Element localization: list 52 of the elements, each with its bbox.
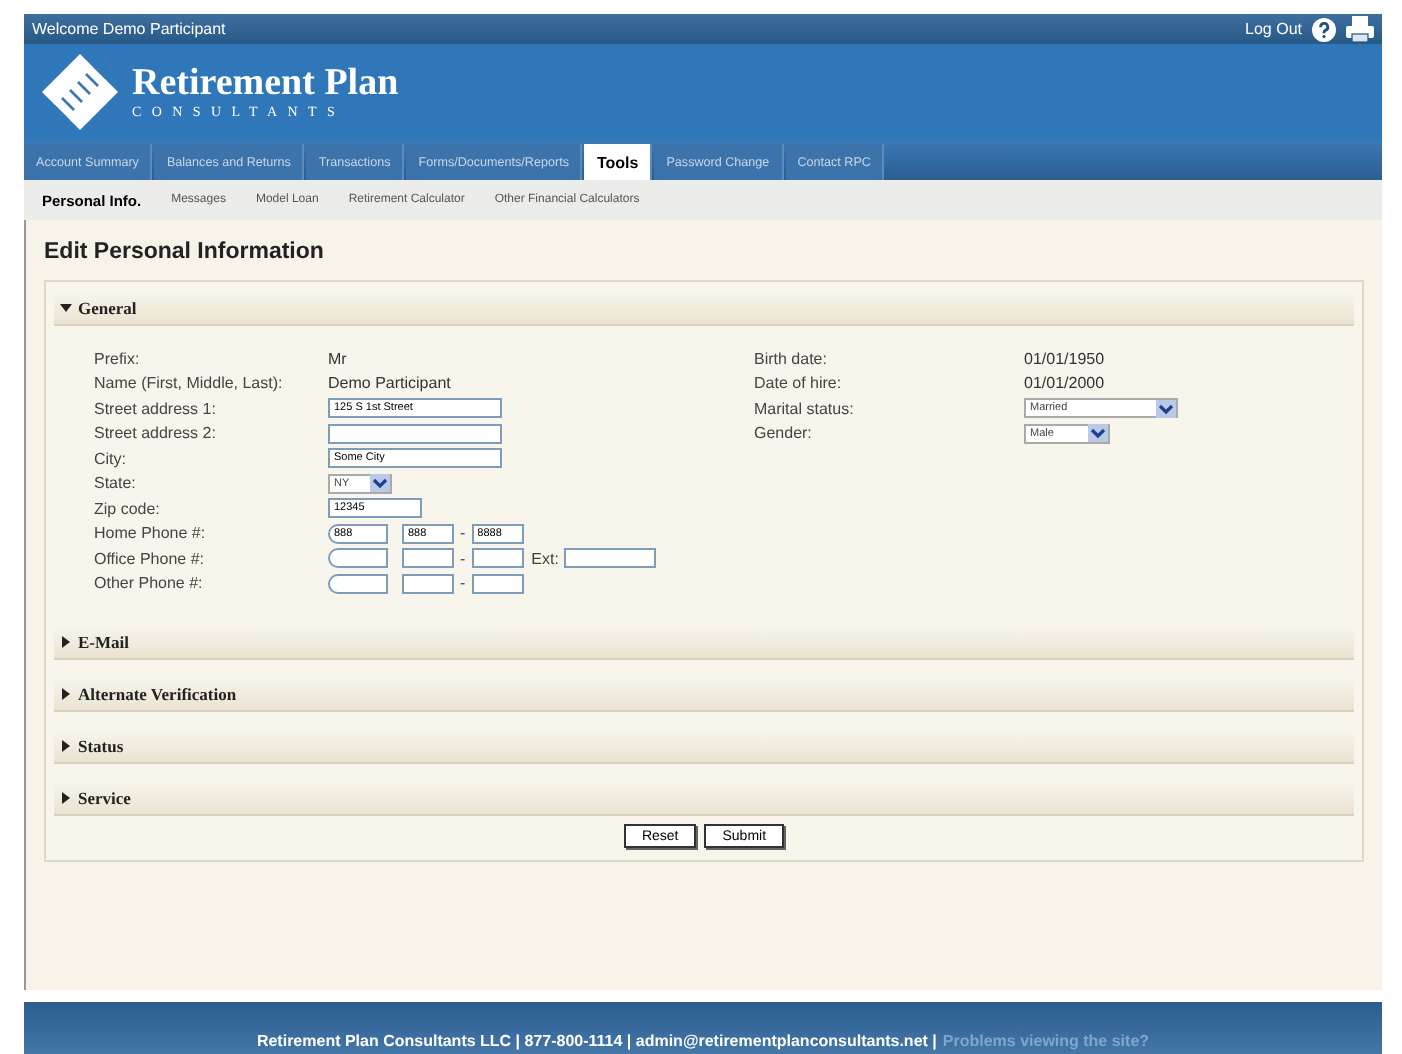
field-label: Birth date: — [754, 349, 829, 368]
field-label: Prefix: — [94, 349, 142, 368]
caret-right-icon — [60, 791, 72, 803]
chevron-icon — [370, 474, 390, 493]
chevron-icon — [1156, 399, 1176, 418]
field-label: Marital status: — [754, 399, 856, 418]
section-header[interactable]: Status — [54, 728, 1354, 764]
field-label: City: — [94, 449, 128, 468]
field-label: Street address 1: — [94, 399, 218, 418]
field-label: Date of hire: — [754, 374, 844, 393]
field-value: 01/01/1950 — [1024, 349, 1105, 368]
field-label: State: — [94, 474, 138, 493]
caret-right-icon — [60, 739, 72, 751]
nav-tab[interactable]: Tools — [584, 144, 653, 180]
dash-text: - — [460, 549, 466, 568]
field-label: Street address 2: — [94, 424, 218, 443]
welcome-text: Welcome Demo Participant — [32, 20, 226, 38]
field-label: Zip code: — [94, 499, 162, 518]
ext-field[interactable] — [564, 548, 657, 569]
phone-field[interactable] — [402, 573, 454, 594]
caret-right-icon — [60, 635, 72, 647]
help-icon[interactable] — [1312, 17, 1336, 41]
field-label: Office Phone #: — [94, 549, 206, 568]
field-label: Home Phone #: — [94, 524, 208, 543]
field-label: Gender: — [754, 424, 814, 443]
phone-field[interactable] — [402, 548, 454, 569]
chevron-icon — [1088, 424, 1108, 443]
section-header[interactable]: General — [54, 290, 1354, 326]
logo-title: Retirement Plan — [132, 64, 399, 104]
field-value: Mr — [328, 349, 347, 368]
diamond-logo-icon — [40, 52, 120, 132]
dash-text: - — [460, 574, 466, 593]
field-label: Name (First, Middle, Last): — [94, 374, 285, 393]
phone-field[interactable] — [471, 573, 524, 594]
printer-icon[interactable] — [1346, 16, 1374, 42]
input-field[interactable] — [328, 423, 502, 444]
footer-text: Retirement Plan Consultants LLC | 877-800-1114 | admin@retirementplanconsultants.net | — [256, 1032, 937, 1050]
field-value: Demo Participant — [328, 374, 451, 393]
caret-down-icon — [60, 301, 72, 313]
section-header[interactable]: Service — [54, 780, 1354, 816]
caret-right-icon — [60, 687, 72, 699]
phone-field[interactable] — [471, 548, 524, 569]
section-header[interactable]: Alternate Verification — [54, 676, 1354, 712]
field-value: 01/01/2000 — [1024, 374, 1105, 393]
logout-link[interactable]: Log Out — [1245, 20, 1302, 38]
area-code-field[interactable] — [328, 573, 388, 594]
field-label: Other Phone #: — [94, 574, 205, 593]
page-title: Edit Personal Information — [44, 240, 326, 264]
dash-text: - — [460, 524, 466, 543]
ext-label: Ext: — [531, 549, 559, 568]
area-code-field[interactable] — [328, 548, 388, 569]
section-header[interactable]: E-Mail — [54, 624, 1354, 660]
